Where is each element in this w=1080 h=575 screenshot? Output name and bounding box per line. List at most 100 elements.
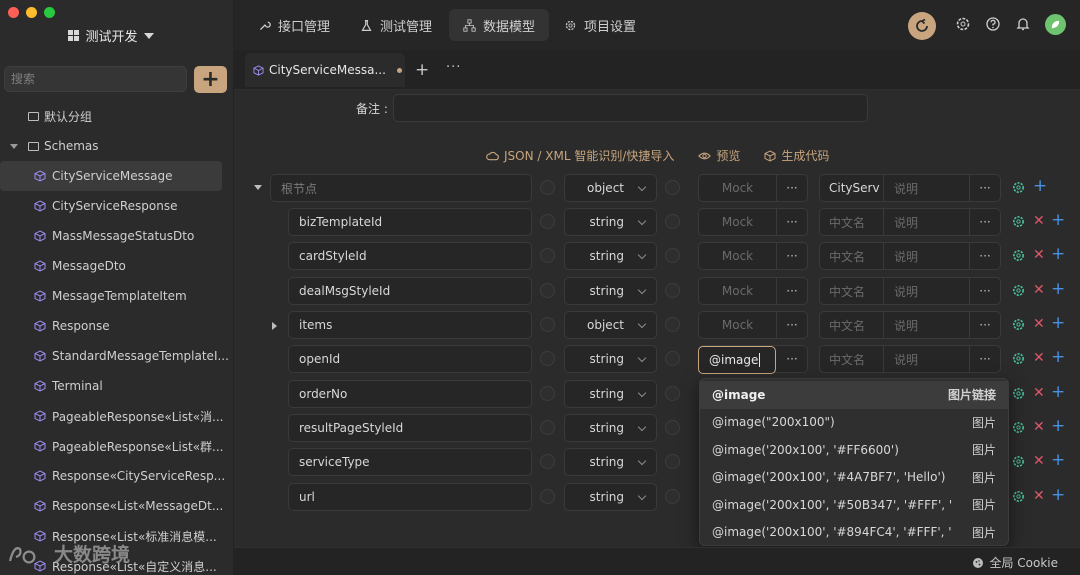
- nullable-toggle[interactable]: [665, 386, 680, 401]
- nullable-toggle[interactable]: [665, 317, 680, 332]
- settings-icon[interactable]: [1012, 455, 1025, 468]
- schema-item[interactable]: Terminal: [0, 371, 233, 401]
- settings-icon[interactable]: [1012, 421, 1025, 434]
- tab-data-model[interactable]: 数据模型: [449, 9, 550, 41]
- title-input[interactable]: 中文名: [820, 346, 884, 372]
- type-select[interactable]: string: [564, 483, 657, 511]
- avatar[interactable]: [1045, 14, 1066, 35]
- delete-field-button[interactable]: ✕: [1033, 454, 1045, 468]
- schema-item[interactable]: MessageTemplateItem: [0, 281, 233, 311]
- preview-button[interactable]: 预览: [698, 147, 740, 164]
- mock-suggestion-item[interactable]: @image('200x100', '#894FC4', '#FFF', '..…: [700, 519, 1008, 547]
- field-name-input[interactable]: bizTemplateId: [288, 208, 532, 236]
- field-name-input[interactable]: url: [288, 483, 532, 511]
- field-name-input[interactable]: dealMsgStyleId: [288, 277, 532, 305]
- desc-more-button[interactable]: ···: [970, 312, 1000, 338]
- schema-item[interactable]: CityServiceMessage: [0, 161, 222, 191]
- settings-icon[interactable]: [1012, 215, 1025, 228]
- schema-item[interactable]: MessageDto: [0, 251, 233, 281]
- search-input[interactable]: [4, 66, 187, 92]
- required-toggle[interactable]: [540, 454, 555, 469]
- mock-input-active[interactable]: @image: [698, 346, 776, 374]
- add-field-button[interactable]: +: [1051, 315, 1065, 332]
- settings-icon[interactable]: [1012, 352, 1025, 365]
- required-toggle[interactable]: [540, 283, 555, 298]
- nullable-toggle[interactable]: [665, 489, 680, 504]
- title-input[interactable]: 中文名: [820, 312, 884, 338]
- tab-api-management[interactable]: 接口管理: [244, 9, 344, 41]
- required-toggle[interactable]: [540, 351, 555, 366]
- import-button[interactable]: JSON / XML 智能识别/快捷导入: [486, 147, 674, 164]
- mock-more-button[interactable]: ···: [777, 175, 807, 201]
- generate-code-button[interactable]: 生成代码: [764, 147, 829, 164]
- nullable-toggle[interactable]: [665, 248, 680, 263]
- required-toggle[interactable]: [540, 248, 555, 263]
- type-select[interactable]: string: [564, 414, 657, 442]
- desc-input[interactable]: 说明: [884, 243, 970, 269]
- mock-suggestion-item[interactable]: @image('200x100', '#50B347', '#FFF', '..…: [700, 491, 1008, 519]
- delete-field-button[interactable]: ✕: [1033, 351, 1045, 365]
- expand-field-icon[interactable]: [272, 322, 277, 330]
- tab-test-management[interactable]: 测试管理: [346, 9, 446, 41]
- desc-input[interactable]: 说明: [884, 175, 970, 201]
- type-select[interactable]: string: [564, 242, 657, 270]
- schema-item[interactable]: PageableResponse«List«消...: [0, 401, 233, 431]
- mock-field[interactable]: Mock ···: [698, 277, 808, 305]
- schema-item[interactable]: Response«CityServiceResp...: [0, 461, 233, 491]
- field-name-input[interactable]: openId: [288, 345, 532, 373]
- desc-more-button[interactable]: ···: [970, 243, 1000, 269]
- close-window-button[interactable]: [8, 7, 19, 18]
- root-name-field[interactable]: 根节点: [270, 174, 532, 202]
- bell-icon[interactable]: [1015, 16, 1031, 32]
- settings-icon[interactable]: [1012, 490, 1025, 503]
- mock-input[interactable]: Mock: [699, 243, 777, 269]
- delete-field-button[interactable]: ✕: [1033, 283, 1045, 297]
- mock-suggestion-item[interactable]: @image('200x100', '#4A7BF7', 'Hello') 图片: [700, 464, 1008, 492]
- collapse-root-icon[interactable]: [254, 185, 262, 190]
- add-field-button[interactable]: +: [1051, 281, 1065, 298]
- type-select[interactable]: string: [564, 277, 657, 305]
- nullable-toggle[interactable]: [665, 420, 680, 435]
- maximize-window-button[interactable]: [44, 7, 55, 18]
- mock-input[interactable]: Mock: [699, 175, 777, 201]
- minimize-window-button[interactable]: [26, 7, 37, 18]
- type-select[interactable]: string: [564, 345, 657, 373]
- settings-icon[interactable]: [1012, 249, 1025, 262]
- add-field-button[interactable]: +: [1051, 418, 1065, 435]
- mock-more-button[interactable]: ···: [777, 278, 807, 304]
- mock-field[interactable]: Mock ···: [698, 242, 808, 270]
- schema-item[interactable]: Response: [0, 311, 233, 341]
- title-input[interactable]: 中文名: [820, 209, 884, 235]
- desc-input[interactable]: 说明: [884, 346, 970, 372]
- type-select[interactable]: string: [564, 380, 657, 408]
- nullable-toggle[interactable]: [665, 283, 680, 298]
- settings-icon[interactable]: [1012, 284, 1025, 297]
- group-default[interactable]: 默认分组: [0, 101, 233, 131]
- desc-more-button[interactable]: ···: [970, 175, 1000, 201]
- mock-more-button[interactable]: ···: [777, 312, 807, 338]
- mock-more-button[interactable]: ···: [777, 243, 807, 269]
- settings-icon[interactable]: [1012, 318, 1025, 331]
- project-switcher[interactable]: 测试开发: [0, 26, 222, 45]
- add-button[interactable]: +: [194, 66, 227, 93]
- field-name-input[interactable]: cardStyleId: [288, 242, 532, 270]
- delete-field-button[interactable]: ✕: [1033, 386, 1045, 400]
- mock-more-button[interactable]: ···: [777, 209, 807, 235]
- mock-suggestion-item[interactable]: @image('200x100', '#FF6600') 图片: [700, 436, 1008, 464]
- new-tab-button[interactable]: +: [415, 60, 429, 80]
- mock-suggestion-item[interactable]: @image 图片链接: [700, 381, 1008, 409]
- group-schemas[interactable]: Schemas: [0, 131, 233, 161]
- desc-input[interactable]: 说明: [884, 312, 970, 338]
- schema-item[interactable]: StandardMessageTemplateI...: [0, 341, 233, 371]
- type-select[interactable]: string: [564, 208, 657, 236]
- schema-item[interactable]: Response«List«MessageDt...: [0, 491, 233, 521]
- settings-gear-icon[interactable]: [955, 16, 971, 32]
- mock-more-button[interactable]: ···: [777, 346, 807, 372]
- tab-more-button[interactable]: ···: [446, 60, 461, 75]
- required-toggle[interactable]: [540, 180, 555, 195]
- type-select[interactable]: object: [564, 174, 657, 202]
- add-field-button[interactable]: +: [1051, 487, 1065, 504]
- schema-item[interactable]: CityServiceResponse: [0, 191, 233, 221]
- nullable-toggle[interactable]: [665, 454, 680, 469]
- title-input[interactable]: 中文名: [820, 243, 884, 269]
